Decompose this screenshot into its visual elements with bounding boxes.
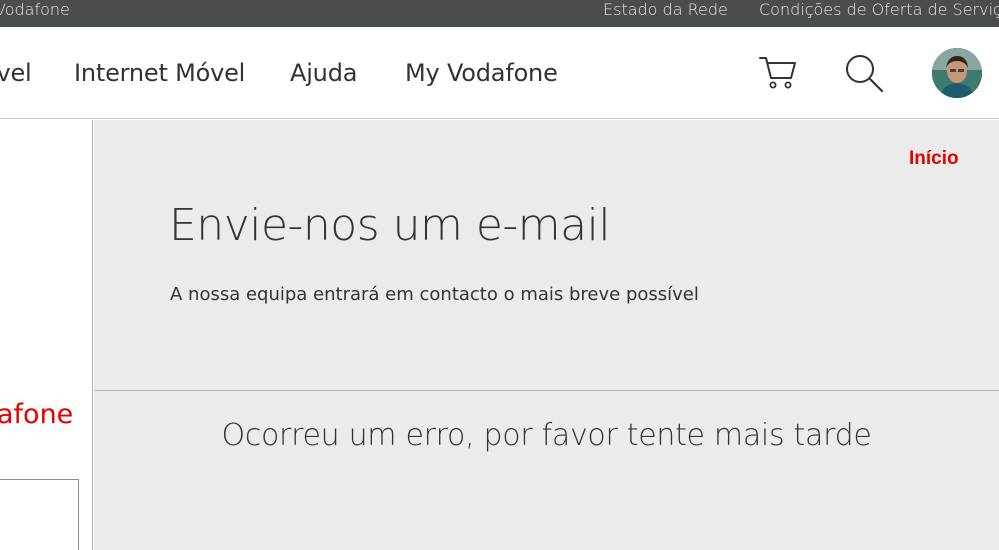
network-status-link[interactable]: Estado da Rede [603, 0, 728, 19]
avatar[interactable] [932, 48, 982, 98]
nav-item-movel[interactable]: óvel [0, 27, 32, 119]
home-link[interactable]: Início [909, 148, 959, 170]
utility-brand-link[interactable]: Vodafone [0, 0, 70, 19]
utility-bar: Vodafone Estado da Rede Condições de Ofe… [0, 0, 999, 27]
nav-item-my-vodafone[interactable]: My Vodafone [405, 27, 558, 119]
nav-item-ajuda[interactable]: Ajuda [290, 27, 357, 119]
contact-panel: Início Envie-nos um e-mail A nossa equip… [94, 120, 999, 550]
avatar-image [932, 48, 982, 98]
page-title: Envie-nos um e-mail [169, 200, 611, 251]
divider [94, 390, 999, 391]
page: Vodafone Estado da Rede Condições de Ofe… [0, 0, 999, 550]
search-icon[interactable] [843, 52, 885, 94]
left-column: afone [0, 120, 93, 550]
left-input-box[interactable] [0, 479, 79, 550]
error-message: Ocorreu um erro, por favor tente mais ta… [221, 418, 872, 453]
offer-terms-link[interactable]: Condições de Oferta de Serviços [759, 0, 999, 19]
left-brand-text: afone [0, 399, 74, 430]
cart-icon[interactable] [758, 54, 798, 90]
nav-item-internet-movel[interactable]: Internet Móvel [74, 27, 245, 119]
page-subtitle: A nossa equipa entrará em contacto o mai… [170, 284, 699, 305]
